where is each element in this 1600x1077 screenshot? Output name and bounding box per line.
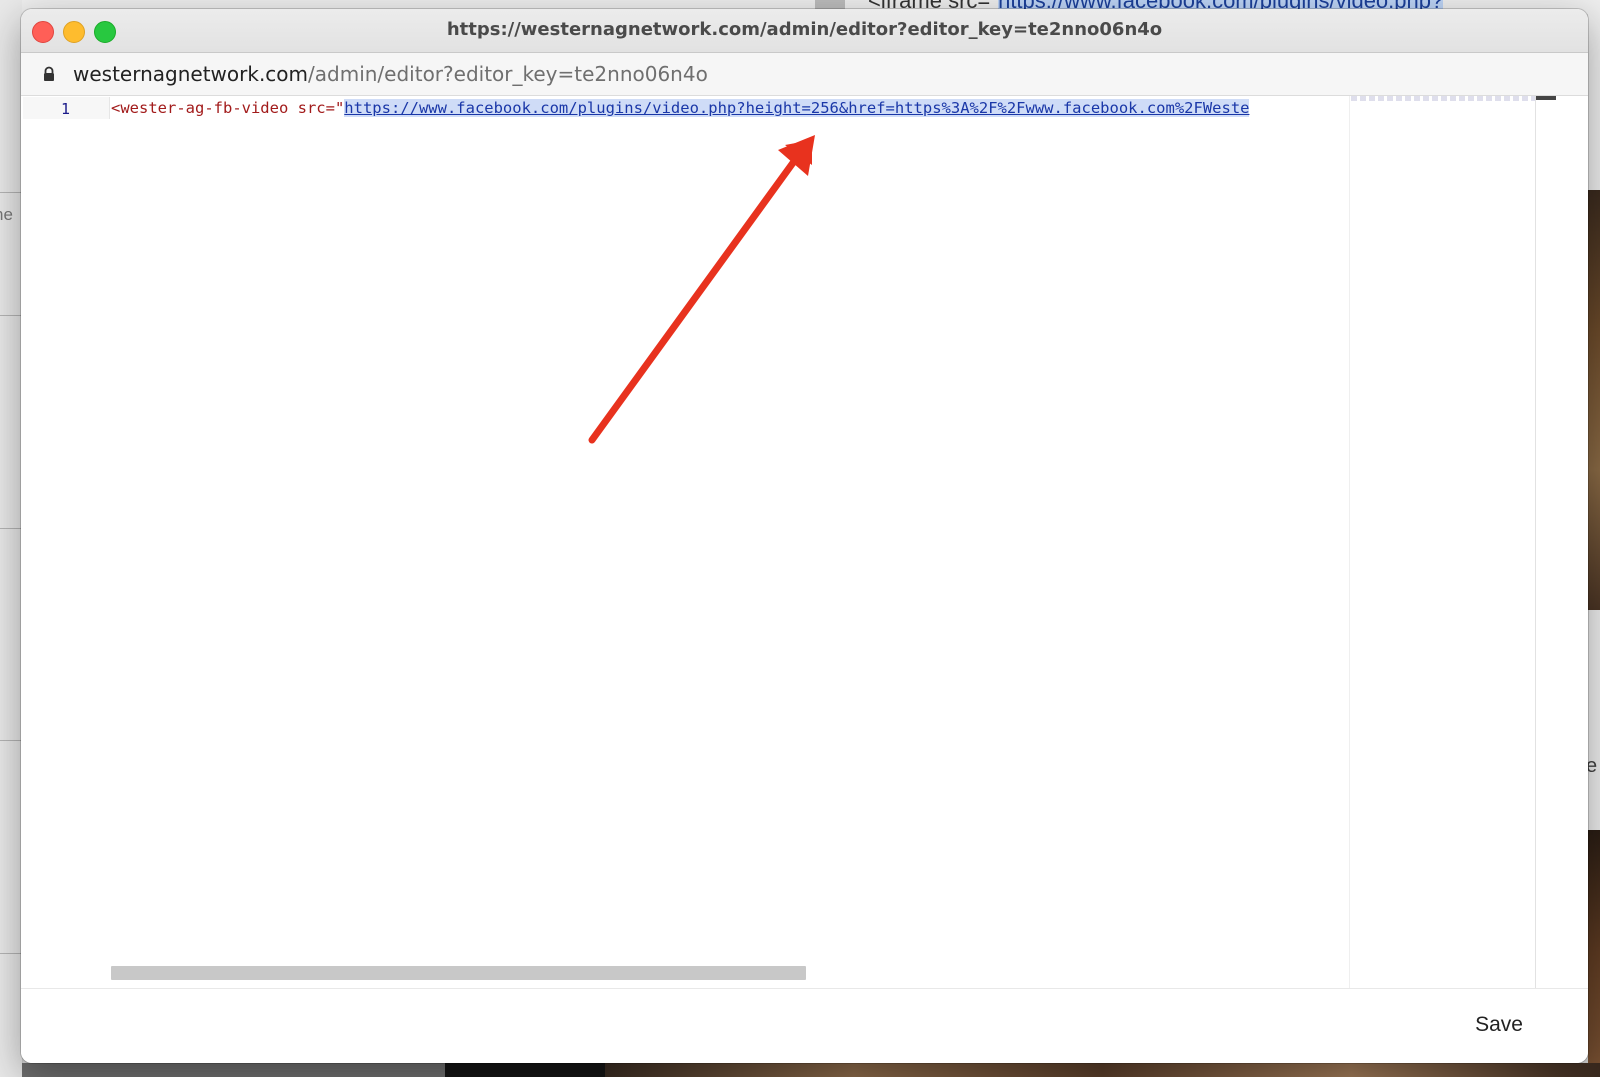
background-photo: [1588, 830, 1600, 1077]
line-number: 1: [61, 100, 71, 118]
background-divider: [0, 192, 22, 193]
background-divider: [0, 953, 22, 954]
background-left-text: ne: [0, 205, 13, 224]
background-bottom-photo: [605, 1063, 1600, 1077]
lock-icon: [44, 66, 54, 81]
horizontal-scrollbar-thumb[interactable]: [111, 966, 806, 980]
background-bottom-block: [445, 1063, 605, 1077]
address-domain: westernagnetwork.com: [73, 62, 309, 86]
selected-url[interactable]: https://www.facebook.com/plugins/video.p…: [344, 99, 1250, 117]
editor-scrollbar-track: [1535, 96, 1536, 988]
code-tag-open: <wester-ag-fb-video src=": [111, 99, 345, 117]
background-left-strip: [0, 0, 23, 1077]
code-editor[interactable]: 1 <wester-ag-fb-video src="https://www.f…: [21, 96, 1588, 988]
background-divider: [0, 315, 22, 316]
save-button[interactable]: Save: [1461, 1007, 1537, 1043]
address-url: westernagnetwork.com/admin/editor?editor…: [73, 62, 708, 86]
line-gutter: 1: [23, 97, 110, 119]
overflow-marker: [1351, 96, 1536, 101]
address-bar: westernagnetwork.com/admin/editor?editor…: [21, 53, 1588, 96]
overview-ruler-mark: [1536, 96, 1556, 100]
editor-margin-line: [1349, 96, 1350, 988]
editor-footer: Save: [21, 988, 1588, 1063]
window-title: https://westernagnetwork.com/admin/edito…: [446, 19, 1163, 40]
editor-popup-window: https://westernagnetwork.com/admin/edito…: [21, 9, 1588, 1063]
background-divider: [0, 528, 22, 529]
window-titlebar[interactable]: https://westernagnetwork.com/admin/edito…: [21, 9, 1588, 53]
background-divider: [0, 740, 22, 741]
background-photo: [1588, 190, 1600, 610]
code-line[interactable]: <wester-ag-fb-video src="https://www.fac…: [111, 98, 1351, 120]
address-path: /admin/editor?editor_key=te2nno06n4o: [308, 62, 708, 86]
